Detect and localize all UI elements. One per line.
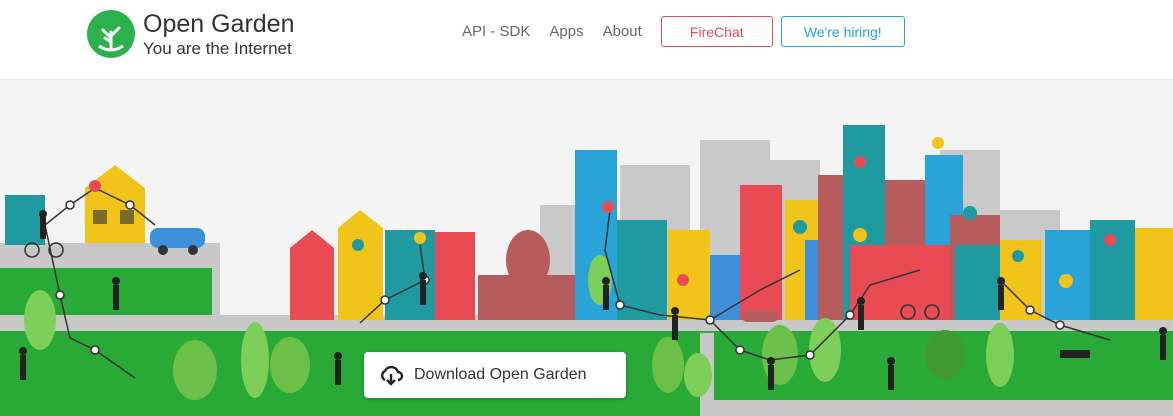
cloud-download-icon (381, 365, 404, 386)
download-label: Download Open Garden (414, 366, 587, 383)
nav-about[interactable]: About (603, 23, 642, 40)
brand-tagline: You are the Internet (143, 38, 292, 58)
site-header: Open Garden You are the Internet API - S… (0, 0, 1173, 80)
firechat-button[interactable]: FireChat (660, 16, 773, 47)
nav-api-sdk[interactable]: API - SDK (462, 23, 530, 40)
logo[interactable]: Open Garden You are the Internet (85, 8, 295, 60)
download-button[interactable]: Download Open Garden (364, 352, 626, 398)
hiring-button[interactable]: We're hiring! (780, 16, 905, 47)
nav-apps[interactable]: Apps (549, 23, 583, 40)
tree-logo-icon (87, 10, 135, 58)
main-nav: API - SDK Apps About FireChat We're hiri… (462, 16, 905, 47)
hero-illustration: Download Open Garden (0, 80, 1173, 416)
brand-name: Open Garden (143, 9, 295, 38)
